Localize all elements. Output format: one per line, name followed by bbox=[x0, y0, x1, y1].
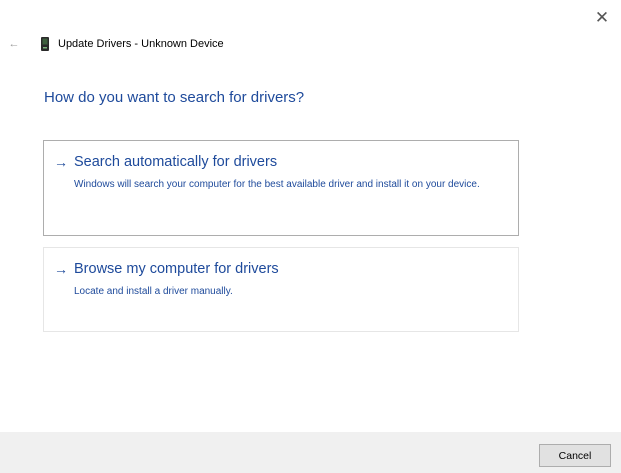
cancel-button[interactable]: Cancel bbox=[539, 444, 611, 467]
search-automatically-option[interactable]: → Search automatically for drivers Windo… bbox=[43, 140, 519, 236]
page-heading: How do you want to search for drivers? bbox=[44, 89, 305, 106]
option-description: Locate and install a driver manually. bbox=[74, 286, 233, 297]
back-arrow-icon: ← bbox=[8, 38, 20, 50]
option-header: → Browse my computer for drivers bbox=[54, 261, 279, 277]
title-bar: Update Drivers - Unknown Device bbox=[40, 37, 224, 51]
update-drivers-dialog: ✕ ← Update Drivers - Unknown Device How … bbox=[0, 0, 621, 473]
option-title: Browse my computer for drivers bbox=[74, 261, 279, 277]
option-description: Windows will search your computer for th… bbox=[74, 179, 480, 190]
back-button[interactable]: ← bbox=[7, 36, 21, 52]
dialog-footer: Cancel bbox=[0, 432, 621, 473]
option-title: Search automatically for drivers bbox=[74, 154, 278, 170]
close-icon: ✕ bbox=[594, 7, 610, 27]
arrow-right-icon: → bbox=[54, 154, 68, 170]
close-button[interactable]: ✕ bbox=[591, 6, 613, 28]
option-header: → Search automatically for drivers bbox=[54, 154, 277, 170]
browse-computer-option[interactable]: → Browse my computer for drivers Locate … bbox=[43, 247, 519, 332]
device-icon bbox=[41, 37, 49, 51]
window-title: Update Drivers - Unknown Device bbox=[58, 38, 224, 50]
arrow-right-icon: → bbox=[54, 261, 68, 277]
